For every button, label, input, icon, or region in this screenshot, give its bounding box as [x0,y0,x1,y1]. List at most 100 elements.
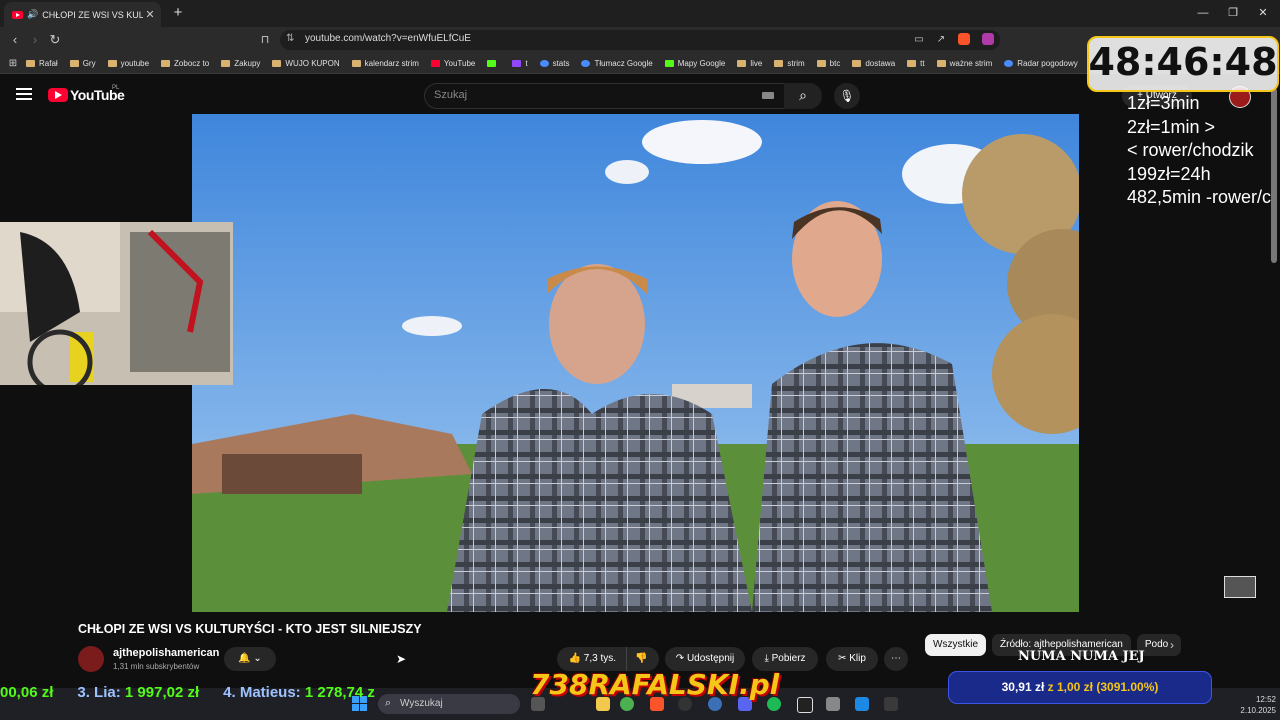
url-text: youtube.com/watch?v=enWfuELfCuE [305,33,471,44]
rule-line: 2zł=1min > [1127,116,1216,137]
bookmark-item[interactable]: Tłumacz Google [581,59,653,68]
clip-button[interactable]: ✂ Klip [826,647,878,671]
bookmark-item[interactable]: btc [816,59,840,68]
bookmark-item[interactable]: Mapy Google [664,59,725,68]
channel-name[interactable]: ajthepolishamerican [113,647,219,659]
miniplayer-thumbnail[interactable] [1224,576,1256,598]
bell-icon: 🔔 [238,653,251,664]
notification-bell-button[interactable]: 🔔 ⌄ [224,647,276,671]
reload-icon[interactable]: ↻ [46,31,64,49]
rule-line: 1zł=3min [1127,93,1200,113]
folder-icon [816,59,826,67]
goal-amount: 30,91 zł [1001,680,1045,694]
ranking-amount: 1 278,74 z [304,684,375,701]
forward-icon[interactable]: › [26,31,44,49]
search-icon: ⌕ [385,697,392,709]
bookmark-item[interactable]: tt [907,59,925,68]
webcam-frame [0,222,233,385]
bookmark-item[interactable]: strim [774,59,805,68]
bookmark-item[interactable]: kalendarz strim [351,59,419,68]
folder-icon [907,59,917,67]
google-translate-icon [581,59,591,67]
region-code: PL [112,85,120,91]
bookmark-item[interactable]: t [512,59,528,68]
donation-goal-box: 30,91 zł z 1,00 zł (3091.00%) [948,671,1212,704]
folder-icon [272,59,282,67]
chevron-right-icon[interactable]: › [1170,638,1174,652]
bookmark-item[interactable]: dostawa [852,59,895,68]
maps-icon [664,59,674,67]
menu-icon[interactable] [16,88,32,100]
rule-line: 199zł=24h [1127,163,1211,184]
bookmark-item[interactable]: live [737,59,762,68]
back-icon[interactable]: ‹ [6,31,24,49]
ranking-name: 4. Matieus: [223,684,301,701]
rewards-icon[interactable] [982,33,994,45]
bookmark-item[interactable]: YouTube [430,59,475,68]
chip-all[interactable]: Wszystkie [925,634,986,656]
now-playing-overlay: NUMA NUMA JEJ [1018,649,1145,664]
channel-avatar[interactable] [78,646,104,672]
restore-button[interactable]: ❐ [1220,4,1246,22]
search-input[interactable] [424,83,786,109]
folder-icon [69,59,79,67]
bookmark-icon[interactable]: ⊓ [256,31,274,49]
site-info-icon[interactable]: ⇅ [286,33,294,44]
close-tab-icon[interactable]: ✕ [143,8,157,21]
rule-line: < rower/chodzik [1127,140,1254,160]
ranking-name: 3. Lia: [77,684,121,701]
search-placeholder: Szukaj [434,89,468,101]
scissors-icon: ✂ [838,653,847,664]
cast-icon[interactable]: ▭ [910,31,928,49]
app-icon[interactable] [797,697,813,713]
donation-rules: 1zł=3min 2zł=1min > < rower/chodzik 199z… [1127,92,1280,210]
clock-time: 12:52 [1255,695,1276,704]
taskbar-clock[interactable]: 12:52 2.10.2025 [1226,694,1276,716]
more-actions-button[interactable]: ⋯ [884,647,908,671]
keyboard-icon[interactable] [762,92,774,99]
search-button[interactable]: ⌕ [784,83,822,109]
speaker-icon[interactable]: 🔊 [27,9,38,20]
bookmark-item[interactable]: youtube [107,59,149,68]
folder-icon [936,59,946,67]
folder-icon [26,59,35,67]
bookmark-item[interactable]: ważne strim [936,59,992,68]
chevron-down-icon: ⌄ [253,653,262,664]
app-icon[interactable] [855,697,869,711]
video-player[interactable] [192,114,1079,612]
bookmark-item[interactable]: Radar pogodowy [1004,59,1078,68]
radar-icon [1004,59,1014,67]
folder-icon [221,59,231,67]
calculator-icon[interactable] [826,697,840,711]
goal-percent: (3091.00%) [1096,680,1159,694]
youtube-icon [430,59,440,67]
browser-tab[interactable]: 🔊 CHŁOPI ZE WSI VS KULTURYŚ ✕ [4,2,161,27]
minimize-button[interactable]: — [1190,4,1216,22]
bookmark-item[interactable]: Rafał [26,59,58,68]
new-tab-button[interactable]: + [170,4,186,22]
bookmark-item[interactable]: Zakupy [221,59,260,68]
brave-shield-icon[interactable] [958,33,970,45]
bookmark-item[interactable]: Zobocz to [161,59,209,68]
thumbs-up-icon: 👍 [568,653,581,664]
rule-line: 482,5min -rower/c [1127,187,1272,207]
apps-grid-icon[interactable]: ⊞ [0,58,26,69]
twitch-icon [512,59,522,67]
bookmark-item[interactable]: stats [539,59,569,68]
bookmark-item[interactable]: Gry [69,59,96,68]
youtube-logo-icon[interactable] [48,88,68,102]
close-window-button[interactable]: ✕ [1250,4,1276,22]
bookmark-item[interactable] [487,59,500,67]
app-icon[interactable] [884,697,898,711]
folder-icon [351,59,361,67]
stream-timer: 48:46:48 [1088,40,1278,84]
goal-target: z 1,00 zł [1047,680,1093,694]
bookmark-item[interactable]: WUJO KUPON [272,59,340,68]
share-page-icon[interactable]: ↗ [932,31,950,49]
folder-icon [774,59,784,67]
folder-icon [107,59,117,67]
microphone-icon[interactable]: 🎙 [834,83,860,109]
video-title: CHŁOPI ZE WSI VS KULTURYŚCI - KTO JEST S… [78,622,422,636]
webcam-overlay [0,222,233,385]
stats-icon [539,59,549,67]
